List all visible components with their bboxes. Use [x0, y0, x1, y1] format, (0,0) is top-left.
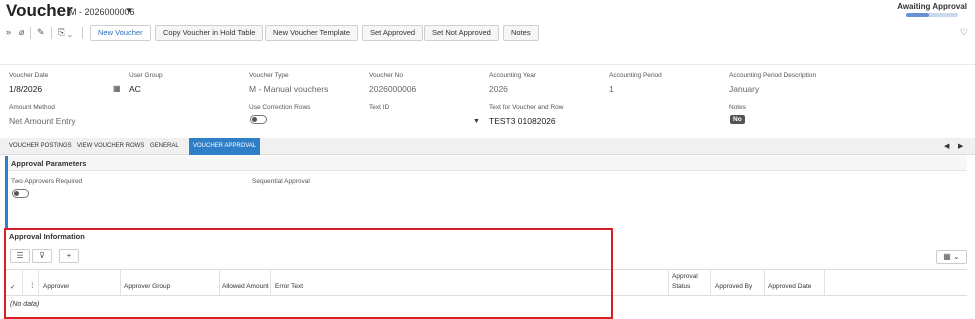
tab-view-voucher-rows[interactable]: VIEW VOUCHER ROWS — [73, 138, 148, 155]
set-approved-button[interactable]: Set Approved — [362, 25, 424, 41]
voucher-no-label: Voucher No — [369, 72, 403, 79]
tab-next-icon[interactable]: ▶ — [958, 142, 963, 150]
text-id-label: Text ID — [369, 104, 390, 111]
tab-general[interactable]: GENERAL — [146, 138, 183, 155]
text-voucher-row-label: Text for Voucher and Row — [489, 104, 564, 111]
toggle-knob — [252, 117, 257, 122]
two-approvers-toggle[interactable] — [12, 189, 29, 198]
amount-method-label: Amount Method — [9, 104, 55, 111]
status-progress-bar — [906, 13, 959, 17]
highlight-rectangle — [4, 228, 613, 319]
approval-parameters-header — [8, 156, 967, 171]
column-divider — [668, 270, 669, 296]
voucher-date-field[interactable]: 1/8/2026 — [9, 84, 42, 94]
column-divider — [710, 270, 711, 296]
text-voucher-row-field[interactable]: TEST3 01082026 — [489, 116, 556, 126]
notes-button[interactable]: Notes — [503, 25, 539, 41]
period-description-field: January — [729, 84, 760, 94]
new-voucher-button[interactable]: New Voucher — [90, 25, 151, 41]
use-correction-rows-label: Use Correction Rows — [249, 104, 311, 111]
calendar-icon[interactable]: ▦ — [113, 84, 121, 93]
sequential-approval-label: Sequential Approval — [252, 178, 310, 185]
tab-prev-icon[interactable]: ◀ — [944, 142, 949, 150]
new-voucher-template-button[interactable]: New Voucher Template — [265, 25, 358, 41]
toolbar-divider — [82, 27, 83, 39]
toolbar-divider — [30, 27, 31, 39]
set-not-approved-button[interactable]: Set Not Approved — [424, 25, 499, 41]
paperclip-icon[interactable]: ⌀ — [19, 27, 24, 38]
page-title: Voucher — [6, 1, 73, 20]
tab-voucher-postings[interactable]: VOUCHER POSTINGS — [5, 138, 76, 155]
chevron-down-icon[interactable]: ▼ — [125, 6, 133, 15]
column-divider — [764, 270, 765, 296]
approval-parameters-panel: Approval Parameters Two Approvers Requir… — [5, 156, 967, 228]
two-approvers-label: Two Approvers Required — [11, 178, 83, 185]
voucher-no-field: 2026000006 — [369, 84, 417, 94]
user-group-field[interactable]: AC — [129, 84, 141, 94]
column-header-approved-date[interactable]: Approved Date — [768, 283, 811, 290]
status-label: Awaiting Approval — [897, 2, 967, 11]
voucher-header-form: Voucher Date 1/8/2026 ▦ User Group AC Vo… — [0, 64, 975, 136]
column-header-approved-by[interactable]: Approved By — [715, 283, 752, 290]
status-indicator: Awaiting Approval — [897, 2, 967, 17]
pencil-icon[interactable]: ✎ — [37, 27, 45, 38]
voucher-type-label: Voucher Type — [249, 72, 289, 79]
page-header: Voucher M - 2026000006 ▼ Awaiting Approv… — [0, 0, 975, 24]
column-divider — [824, 270, 825, 296]
tab-bar: VOUCHER POSTINGS VIEW VOUCHER ROWS GENER… — [0, 138, 975, 155]
favorite-heart-icon[interactable]: ♡ — [960, 27, 968, 38]
notes-badge: No — [730, 115, 745, 124]
amount-method-field: Net Amount Entry — [9, 116, 76, 126]
approval-parameters-title: Approval Parameters — [11, 159, 87, 168]
accounting-period-field: 1 — [609, 84, 614, 94]
accounting-year-label: Accounting Year — [489, 72, 536, 79]
use-correction-rows-toggle[interactable] — [250, 115, 267, 124]
voucher-date-label: Voucher Date — [9, 72, 49, 79]
column-header-approval-status-line2[interactable]: Status — [672, 283, 690, 290]
status-progress-fill — [906, 13, 930, 17]
expand-icon[interactable]: » — [6, 27, 11, 37]
voucher-type-field: M - Manual vouchers — [249, 84, 329, 94]
copy-icon[interactable]: ⎘ ⌄ — [58, 27, 72, 38]
column-header-approval-status-line1[interactable]: Approval — [672, 273, 698, 280]
command-toolbar: » ⌀ ✎ ⎘ ⌄ New Voucher Copy Voucher in Ho… — [0, 24, 975, 42]
accounting-period-label: Accounting Period — [609, 72, 662, 79]
toolbar-divider — [51, 27, 52, 39]
chevron-down-icon[interactable]: ▼ — [473, 118, 480, 125]
copy-voucher-hold-button[interactable]: Copy Voucher in Hold Table — [155, 25, 264, 41]
notes-label: Notes — [729, 104, 746, 111]
grid-view-options-button[interactable]: ▦ ⌄ — [936, 250, 967, 264]
accounting-year-field: 2026 — [489, 84, 508, 94]
period-description-label: Accounting Period Description — [729, 72, 817, 79]
user-group-label: User Group — [129, 72, 163, 79]
tab-voucher-approval[interactable]: VOUCHER APPROVAL — [189, 138, 261, 155]
toggle-knob — [14, 191, 19, 196]
